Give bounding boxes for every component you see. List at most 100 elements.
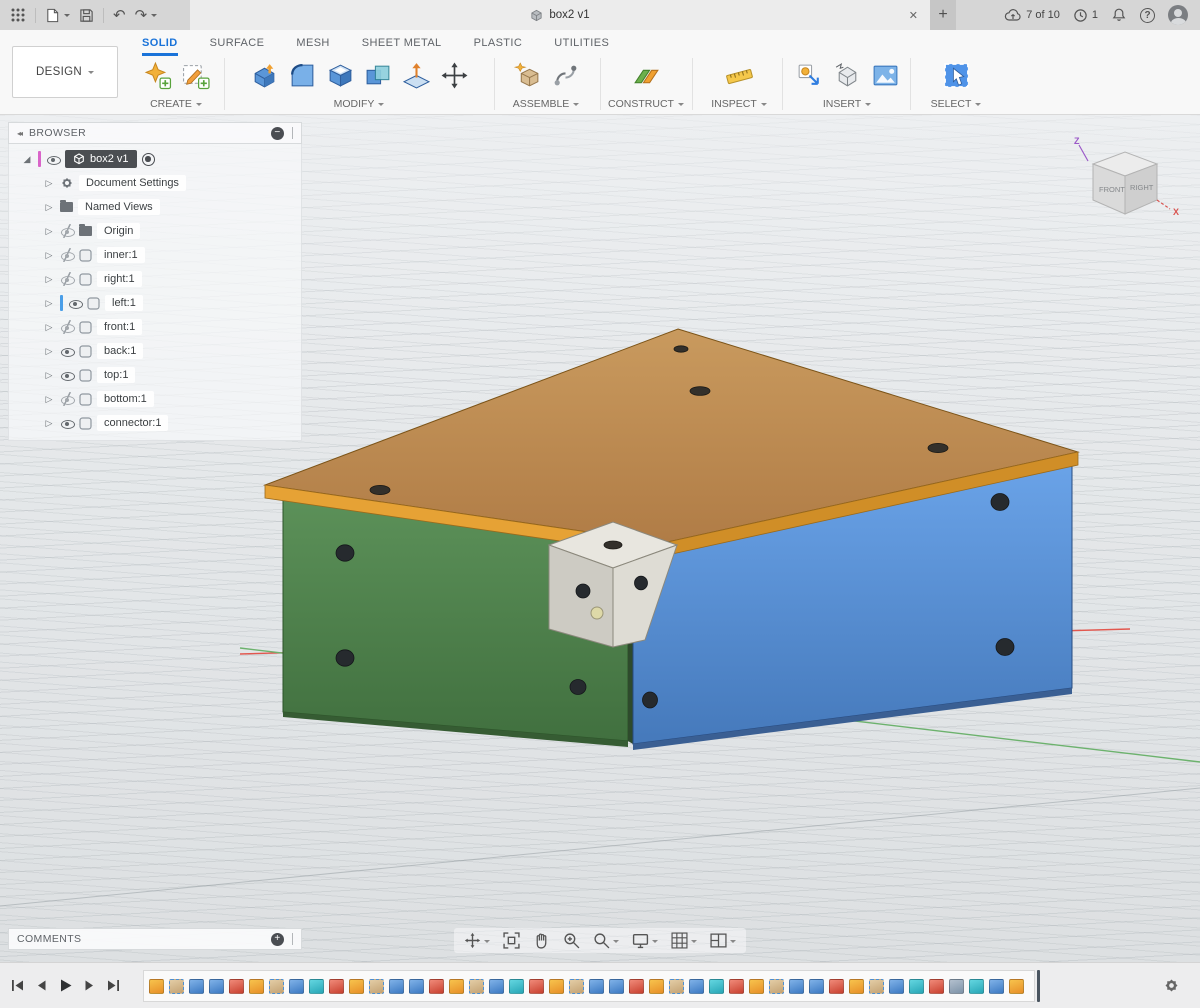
notifications[interactable]: 1 [1073, 8, 1098, 23]
timeline-feature[interactable] [229, 979, 244, 994]
timeline-feature[interactable] [589, 979, 604, 994]
assemble-menu[interactable]: ASSEMBLE [513, 98, 580, 112]
timeline-feature[interactable] [649, 979, 664, 994]
go-to-end-icon[interactable] [106, 978, 121, 993]
visibility-eye-icon[interactable] [60, 248, 74, 262]
viewports-tool[interactable] [710, 932, 736, 949]
visibility-eye-icon[interactable] [68, 296, 82, 310]
timeline-marker[interactable] [1037, 970, 1040, 1002]
minimize-panel-icon[interactable]: − [271, 127, 284, 140]
tab-utilities[interactable]: UTILITIES [554, 37, 609, 56]
collapse-panel-icon[interactable]: ◂◂ [17, 129, 21, 138]
tab-surface[interactable]: SURFACE [210, 37, 265, 56]
timeline-feature[interactable] [529, 979, 544, 994]
app-grid-icon[interactable] [10, 7, 26, 23]
timeline-feature[interactable] [789, 979, 804, 994]
timeline-feature[interactable] [509, 979, 524, 994]
timeline-feature[interactable] [469, 979, 484, 994]
timeline-feature[interactable] [749, 979, 764, 994]
browser-row-root[interactable]: ◢ box2 v1 [9, 147, 301, 171]
timeline-feature[interactable] [949, 979, 964, 994]
visibility-eye-icon[interactable] [60, 416, 74, 430]
design-workspace-menu[interactable]: DESIGN [12, 46, 118, 98]
timeline-feature[interactable] [289, 979, 304, 994]
timeline-feature[interactable] [369, 979, 384, 994]
avatar[interactable] [1168, 5, 1188, 25]
browser-row-connector[interactable]: ▷ connector:1 [9, 411, 301, 435]
measure-icon[interactable] [721, 57, 757, 93]
expand-arrow-icon[interactable]: ▷ [43, 394, 55, 405]
timeline-feature[interactable] [929, 979, 944, 994]
visibility-eye-icon[interactable] [60, 272, 74, 286]
browser-row-left[interactable]: ▷ left:1 [9, 291, 301, 315]
browser-row-right[interactable]: ▷ right:1 [9, 267, 301, 291]
browser-row-named-views[interactable]: ▷ Named Views [9, 195, 301, 219]
tab-solid[interactable]: SOLID [142, 37, 178, 56]
timeline-feature[interactable] [209, 979, 224, 994]
panel-grip[interactable] [292, 933, 293, 945]
timeline-feature[interactable] [449, 979, 464, 994]
expand-arrow-icon[interactable]: ▷ [43, 226, 55, 237]
expand-arrow-icon[interactable]: ▷ [43, 346, 55, 357]
visibility-eye-icon[interactable] [60, 224, 74, 238]
create-sketch-icon[interactable] [139, 57, 175, 93]
expand-arrow-icon[interactable]: ▷ [43, 322, 55, 333]
comments-header[interactable]: COMMENTS + [8, 928, 302, 950]
browser-row-bottom[interactable]: ▷ bottom:1 [9, 387, 301, 411]
press-pull-icon[interactable] [246, 57, 282, 93]
help-button[interactable]: ? [1140, 8, 1155, 23]
timeline-settings-gear-icon[interactable] [1163, 977, 1180, 994]
timeline-feature[interactable] [689, 979, 704, 994]
fillet-icon[interactable] [284, 57, 320, 93]
browser-row-front[interactable]: ▷ front:1 [9, 315, 301, 339]
timeline-feature[interactable] [149, 979, 164, 994]
timeline-feature[interactable] [889, 979, 904, 994]
expand-arrow-icon[interactable]: ▷ [43, 418, 55, 429]
go-to-start-icon[interactable] [10, 978, 25, 993]
pan-tool[interactable] [464, 932, 490, 949]
timeline-feature[interactable] [309, 979, 324, 994]
view-cube[interactable]: Z FRONT RIGHT X [1066, 133, 1192, 237]
redo-menu[interactable]: ↷ [135, 8, 158, 23]
timeline-feature[interactable] [669, 979, 684, 994]
expand-arrow-icon[interactable]: ▷ [43, 178, 55, 189]
tab-sheet-metal[interactable]: SHEET METAL [362, 37, 442, 56]
visibility-eye-icon[interactable] [60, 344, 74, 358]
document-tab[interactable]: box2 v1 ✕ [190, 0, 930, 30]
shell-icon[interactable] [322, 57, 358, 93]
expand-arrow-icon[interactable]: ▷ [43, 274, 55, 285]
panel-grip[interactable] [292, 127, 293, 139]
close-tab-icon[interactable]: ✕ [909, 0, 918, 30]
timeline-feature[interactable] [729, 979, 744, 994]
construct-plane-icon[interactable] [628, 57, 664, 93]
activate-component-icon[interactable] [142, 153, 155, 166]
timeline-feature[interactable] [489, 979, 504, 994]
inspect-menu[interactable]: INSPECT [711, 98, 767, 112]
expand-arrow-icon[interactable]: ◢ [21, 154, 33, 165]
timeline-feature[interactable] [969, 979, 984, 994]
step-back-icon[interactable] [34, 978, 49, 993]
fit-tool[interactable] [503, 932, 520, 949]
grid-and-snaps-tool[interactable] [671, 932, 697, 949]
timeline-feature[interactable] [829, 979, 844, 994]
timeline-feature[interactable] [909, 979, 924, 994]
save-icon[interactable] [79, 8, 94, 23]
timeline-feature[interactable] [269, 979, 284, 994]
modify-menu[interactable]: MODIFY [334, 98, 385, 112]
zoom-window-tool[interactable] [593, 932, 619, 949]
split-body-icon[interactable] [398, 57, 434, 93]
new-component-icon[interactable] [509, 57, 545, 93]
visibility-eye-icon[interactable] [46, 152, 60, 166]
tab-plastic[interactable]: PLASTIC [474, 37, 523, 56]
tab-mesh[interactable]: MESH [296, 37, 329, 56]
timeline-feature[interactable] [169, 979, 184, 994]
timeline-feature[interactable] [629, 979, 644, 994]
timeline-feature[interactable] [569, 979, 584, 994]
timeline-feature[interactable] [349, 979, 364, 994]
orbit-tool[interactable] [533, 932, 550, 949]
expand-arrow-icon[interactable]: ▷ [43, 202, 55, 213]
undo-icon[interactable]: ↶ [113, 8, 126, 23]
timeline-feature[interactable] [989, 979, 1004, 994]
select-icon[interactable] [938, 57, 974, 93]
timeline-feature[interactable] [809, 979, 824, 994]
